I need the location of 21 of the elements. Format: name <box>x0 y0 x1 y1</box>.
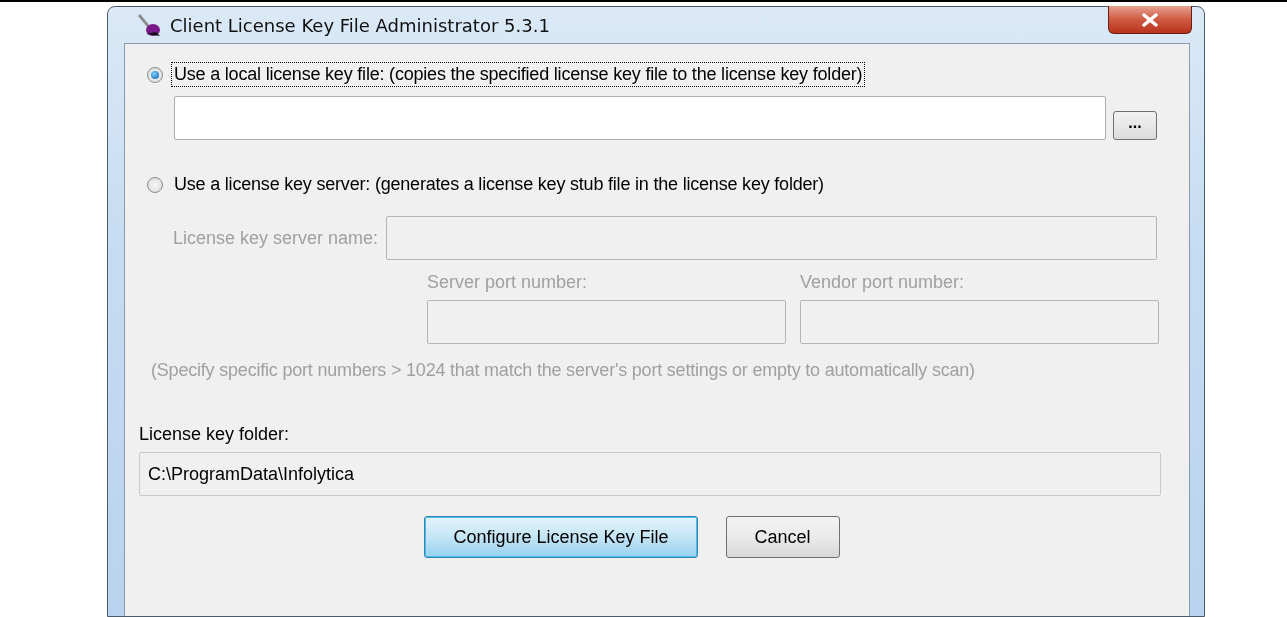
close-icon <box>1141 12 1159 27</box>
option-label[interactable]: Use a license key server: (generates a license key stub file in the license key folder) <box>171 172 827 197</box>
folder-field: C:\ProgramData\Infolytica <box>139 452 1161 496</box>
license-file-field[interactable] <box>174 96 1106 140</box>
option-label[interactable]: Use a local license key file: (copies the specified license key file to the license key folder) <box>171 62 866 87</box>
server-port-field[interactable] <box>427 300 786 344</box>
browse-button[interactable]: ... <box>1113 111 1157 140</box>
key-icon <box>136 12 162 38</box>
field-label: License key server name: <box>173 227 379 249</box>
radio-button[interactable] <box>147 66 163 83</box>
port-hint-text: (Specify specific port numbers > 1024 that match the server's port settings or empty to automatically scan) <box>151 360 976 381</box>
vendor-port-field[interactable] <box>800 300 1159 344</box>
field-label: License key folder: <box>139 424 291 445</box>
window-title: Client License Key File Administrator 5.3.1 <box>170 14 550 36</box>
field-label: Vendor port number: <box>800 272 966 293</box>
close-button[interactable] <box>1108 6 1192 34</box>
field-label: Server port number: <box>427 272 589 293</box>
server-name-field[interactable] <box>386 216 1157 260</box>
radio-button[interactable] <box>147 176 163 193</box>
cancel-button[interactable]: Cancel <box>725 516 840 558</box>
configure-button[interactable]: Configure License Key File <box>424 516 698 558</box>
